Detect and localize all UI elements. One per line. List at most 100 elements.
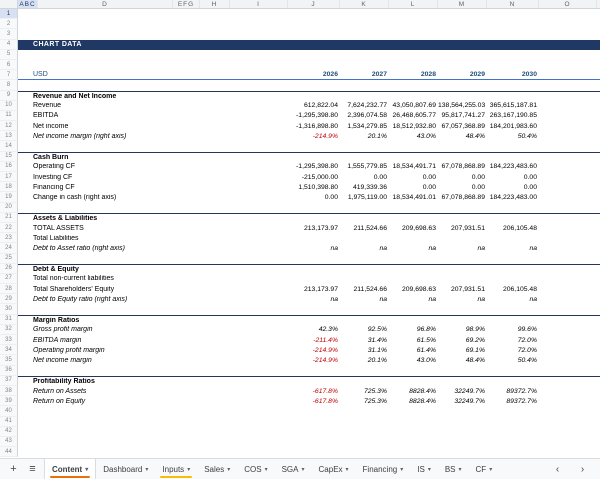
sheet-tab-is[interactable]: IS ▾ [410,459,438,479]
value-cell[interactable]: -214.9% [288,357,340,364]
sheet-tab-financing[interactable]: Financing ▾ [356,459,411,479]
row-header-32[interactable]: 32 [0,324,18,335]
value-cell[interactable]: 61.4% [389,347,438,354]
row-header-10[interactable]: 10 [0,100,18,111]
column-header-J[interactable]: J [288,0,340,8]
row-label[interactable]: Gross profit margin [18,326,288,333]
value-cell[interactable]: -1,295,398.80 [288,163,340,170]
value-cell[interactable]: 95,817,741.27 [438,112,487,119]
value-cell[interactable]: na [487,245,539,252]
value-cell[interactable]: 1,975,119.00 [340,194,389,201]
row-label[interactable]: Profitability Ratios [18,378,288,385]
sheet-tab-sga[interactable]: SGA ▾ [275,459,312,479]
value-cell[interactable]: 43,050,807.69 [389,102,438,109]
column-header-O[interactable]: O [539,0,597,8]
value-cell[interactable]: 32249.7% [438,398,487,405]
column-header-H[interactable]: H [200,0,230,8]
row-label[interactable]: Return on Assets [18,388,288,395]
row-header-8[interactable]: 8 [0,80,18,91]
row-header-22[interactable]: 22 [0,222,18,234]
row-header-28[interactable]: 28 [0,284,18,295]
row-header-31[interactable]: 31 [0,314,18,325]
row-header-39[interactable]: 39 [0,396,18,407]
value-cell[interactable]: 89372.7% [487,388,539,395]
row-label[interactable]: Debt to Asset ratio (right axis) [18,245,288,252]
value-cell[interactable]: 43.0% [389,357,438,364]
value-cell[interactable]: 67,078,868.89 [438,194,487,201]
row-label[interactable]: Total non-current liabilities [18,275,288,282]
column-header-D[interactable]: D [38,0,173,8]
row-label[interactable]: Cash Burn [18,154,288,161]
row-header-18[interactable]: 18 [0,182,18,193]
value-cell[interactable]: -617.8% [288,388,340,395]
tab-dropdown-icon[interactable]: ▾ [302,466,305,473]
value-cell[interactable]: 0.00 [389,174,438,181]
value-cell[interactable]: 92.5% [340,326,389,333]
year-header[interactable]: 2029 [438,71,487,78]
value-cell[interactable]: 2,396,074.58 [340,112,389,119]
sheet-tab-cos[interactable]: COS ▾ [237,459,274,479]
row-header-44[interactable]: 44 [0,447,18,458]
value-cell[interactable]: -214.9% [288,133,340,140]
scroll-tabs-left-button[interactable]: ‹ [550,461,565,478]
row-header-11[interactable]: 11 [0,110,18,122]
sheet-tab-dashboard[interactable]: Dashboard ▾ [96,459,155,479]
value-cell[interactable]: 31.4% [340,337,389,344]
value-cell[interactable]: 138,564,255.03 [438,102,487,109]
row-header-25[interactable]: 25 [0,253,18,264]
row-header-1[interactable]: 1 [0,9,18,20]
value-cell[interactable]: 0.00 [288,194,340,201]
sheet-tab-sales[interactable]: Sales ▾ [197,459,237,479]
value-cell[interactable]: 211,524.66 [340,225,389,232]
value-cell[interactable]: 0.00 [438,174,487,181]
row-label[interactable]: Assets & Liabilities [18,215,288,222]
row-header-33[interactable]: 33 [0,335,18,346]
row-label[interactable]: Revenue [18,102,288,109]
tab-dropdown-icon[interactable]: ▾ [400,466,403,473]
column-header-EFG[interactable]: EFG [173,0,200,8]
value-cell[interactable]: 213,173.97 [288,225,340,232]
select-all-corner[interactable] [0,0,18,8]
row-label[interactable]: EBITDA margin [18,337,288,344]
row-header-4[interactable]: 4 [0,39,18,50]
value-cell[interactable]: 20.1% [340,133,389,140]
value-cell[interactable]: 96.8% [389,326,438,333]
row-label[interactable]: Total Liabilities [18,235,288,242]
value-cell[interactable]: -617.8% [288,398,340,405]
row-header-12[interactable]: 12 [0,121,18,132]
tab-dropdown-icon[interactable]: ▾ [428,466,431,473]
value-cell[interactable]: 32249.7% [438,388,487,395]
row-header-19[interactable]: 19 [0,192,18,203]
tab-dropdown-icon[interactable]: ▾ [489,466,492,473]
row-header-9[interactable]: 9 [0,90,18,101]
row-label[interactable]: Return on Equity [18,398,288,405]
row-header-37[interactable]: 37 [0,375,18,386]
value-cell[interactable]: 0.00 [487,174,539,181]
value-cell[interactable]: na [389,245,438,252]
value-cell[interactable]: 207,931.51 [438,286,487,293]
tab-dropdown-icon[interactable]: ▾ [145,466,148,473]
row-label[interactable]: Revenue and Net Income [18,93,288,100]
value-cell[interactable]: 0.00 [340,174,389,181]
value-cell[interactable]: 206,105.48 [487,225,539,232]
tab-dropdown-icon[interactable]: ▾ [346,466,349,473]
row-header-7[interactable]: 7 [0,70,18,81]
value-cell[interactable]: 7,624,232.77 [340,102,389,109]
tab-dropdown-icon[interactable]: ▾ [459,466,462,473]
all-sheets-menu-button[interactable]: ≡ [25,461,40,478]
value-cell[interactable]: 67,078,868.89 [438,163,487,170]
value-cell[interactable]: 20.1% [340,357,389,364]
row-header-40[interactable]: 40 [0,406,18,417]
value-cell[interactable]: 0.00 [487,184,539,191]
value-cell[interactable]: 0.00 [389,184,438,191]
row-header-23[interactable]: 23 [0,233,18,244]
value-cell[interactable]: -211.4% [288,337,340,344]
value-cell[interactable]: 26,468,605.77 [389,112,438,119]
row-label[interactable]: Total Shareholders' Equity [18,286,288,293]
row-label[interactable]: Operating profit margin [18,347,288,354]
value-cell[interactable]: 18,534,491.01 [389,194,438,201]
row-header-27[interactable]: 27 [0,273,18,285]
value-cell[interactable]: na [438,245,487,252]
value-cell[interactable]: 1,510,398.80 [288,184,340,191]
value-cell[interactable]: 31.1% [340,347,389,354]
